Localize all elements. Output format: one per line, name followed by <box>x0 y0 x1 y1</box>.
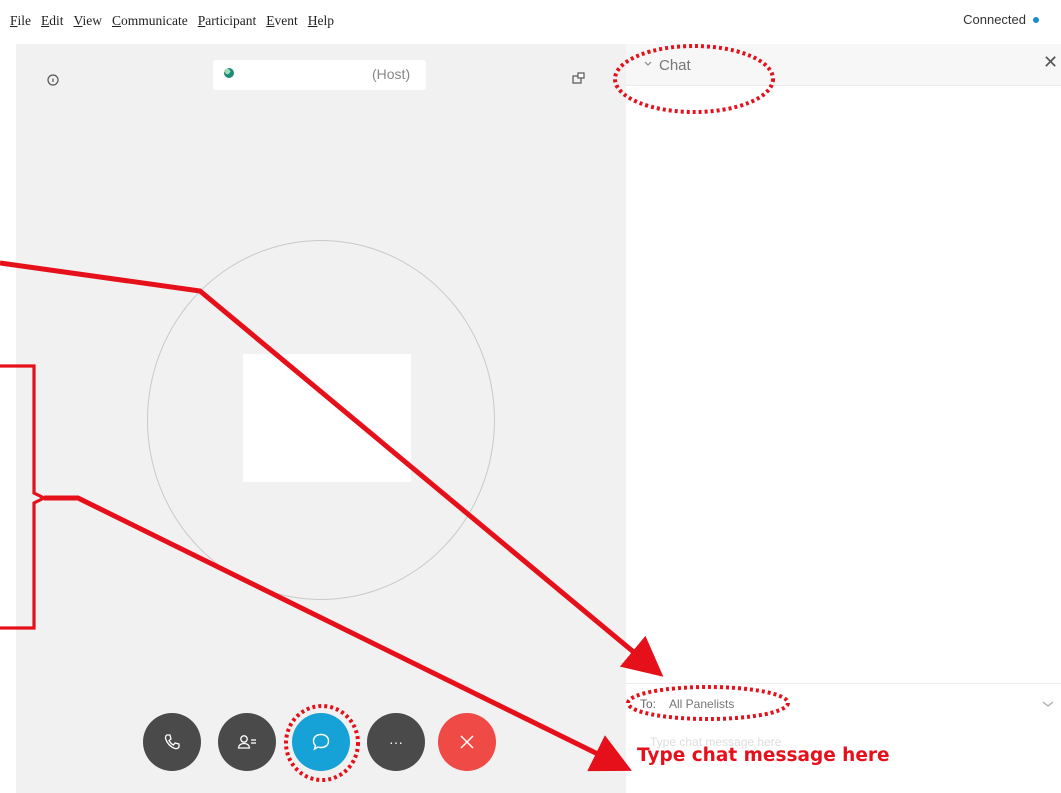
annotation-arrow-to-message <box>44 495 632 772</box>
annotation-ellipse-recipient <box>626 685 790 721</box>
annotation-ellipse-chat-title <box>613 44 775 114</box>
annotation-overlay <box>0 44 790 782</box>
annotation-arrow-to-recipient <box>0 260 664 677</box>
annotation-bracket <box>0 364 48 630</box>
annotation-ellipse-chat-button <box>284 704 360 782</box>
annotation-callout: Type chat message here <box>637 745 890 766</box>
